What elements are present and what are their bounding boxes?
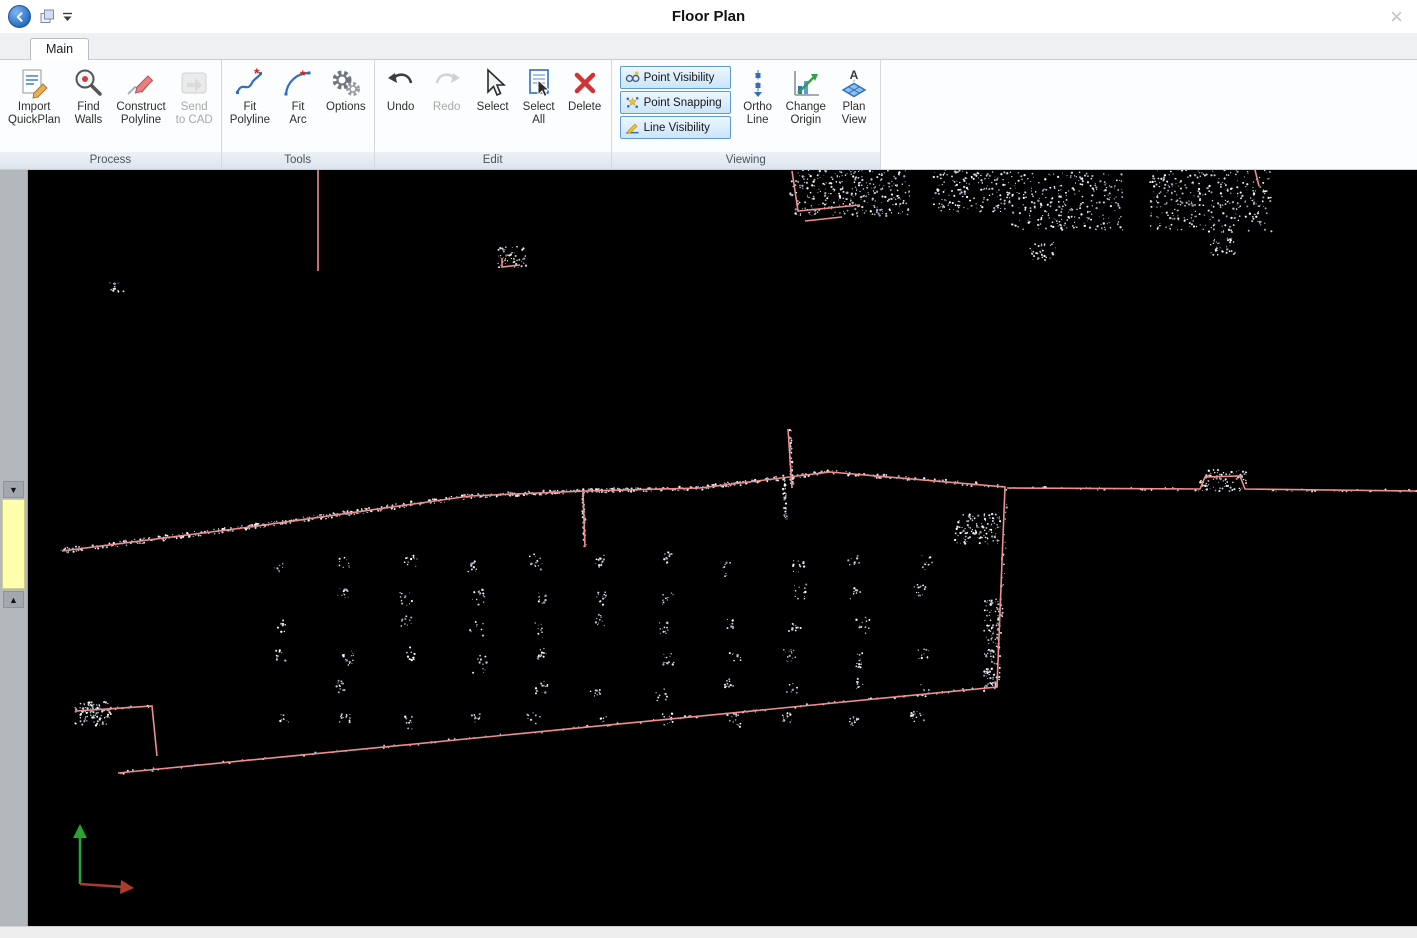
ribbon-group-process: ImportQuickPlan FindWalls xyxy=(0,60,222,169)
tab-main[interactable]: Main xyxy=(30,38,89,60)
find-walls-button[interactable]: FindWalls xyxy=(65,63,111,129)
point-visibility-label: Point Visibility xyxy=(644,72,715,84)
point-snapping-toggle[interactable]: Point Snapping xyxy=(620,91,731,114)
delete-button[interactable]: Delete xyxy=(562,63,608,129)
point-cloud-canvas[interactable] xyxy=(28,170,1417,926)
fit-arc-button[interactable]: * FitArc xyxy=(275,63,321,129)
plan-view-icon: A xyxy=(838,67,870,99)
change-origin-button[interactable]: ChangeOrigin xyxy=(781,63,831,129)
send-to-cad-button[interactable]: Sendto CAD xyxy=(171,63,218,129)
undo-icon xyxy=(385,67,417,99)
toolbar-dropdown-icon[interactable] xyxy=(61,11,74,23)
import-quickplan-button[interactable]: ImportQuickPlan xyxy=(3,63,65,129)
ortho-line-icon xyxy=(742,67,774,99)
select-all-icon xyxy=(523,67,555,99)
plan-view-button[interactable]: A PlanView xyxy=(831,63,877,129)
select-cursor-icon xyxy=(477,67,509,99)
side-panel-yellow[interactable] xyxy=(2,499,25,589)
construct-polyline-button[interactable]: ConstructPolyline xyxy=(111,63,170,129)
group-label-viewing: Viewing xyxy=(612,152,880,169)
line-visibility-toggle[interactable]: Line Visibility xyxy=(620,116,731,139)
ribbon-group-edit: Undo Redo xyxy=(375,60,612,169)
undo-button[interactable]: Undo xyxy=(378,63,424,129)
options-button[interactable]: Options xyxy=(321,63,371,129)
change-origin-icon xyxy=(790,67,822,99)
import-quickplan-icon xyxy=(18,67,50,99)
point-snapping-icon xyxy=(625,95,640,110)
fit-polyline-button[interactable]: * FitPolyline xyxy=(225,63,275,129)
left-scrollbar: ▼ ▲ xyxy=(0,170,28,926)
svg-text:*: * xyxy=(254,67,260,81)
ribbon-group-tools: * FitPolyline * FitArc xyxy=(222,60,375,169)
ribbon: ImportQuickPlan FindWalls xyxy=(0,60,1417,170)
workspace: ▼ ▲ xyxy=(0,170,1417,926)
tab-strip: Main xyxy=(0,33,1417,60)
fit-polyline-icon: * xyxy=(234,67,266,99)
options-gears-icon xyxy=(330,67,362,99)
ortho-line-button[interactable]: OrthoLine xyxy=(735,63,781,129)
find-walls-icon xyxy=(72,67,104,99)
line-visibility-icon xyxy=(625,120,640,135)
close-button[interactable]: × xyxy=(1384,6,1409,28)
point-visibility-icon xyxy=(625,70,640,85)
ribbon-group-viewing: Point Visibility Point Sn xyxy=(612,60,881,169)
select-button[interactable]: Select xyxy=(470,63,516,129)
floor-plan-window: Floor Plan × Main xyxy=(0,0,1417,938)
svg-text:A: A xyxy=(850,68,859,82)
point-visibility-toggle[interactable]: Point Visibility xyxy=(620,66,731,89)
redo-icon xyxy=(431,67,463,99)
scroll-up-button[interactable]: ▲ xyxy=(3,591,24,608)
ribbon-empty-area xyxy=(881,60,1417,169)
fit-arc-icon: * xyxy=(282,67,314,99)
send-to-cad-icon xyxy=(178,67,210,99)
viewport xyxy=(28,170,1417,926)
window-title: Floor Plan xyxy=(0,8,1417,25)
titlebar: Floor Plan × xyxy=(0,0,1417,33)
group-label-tools: Tools xyxy=(222,152,374,169)
back-button[interactable] xyxy=(8,5,31,28)
redo-button[interactable]: Redo xyxy=(424,63,470,129)
group-label-process: Process xyxy=(0,152,221,169)
quick-access-icon[interactable] xyxy=(39,8,56,25)
delete-x-icon xyxy=(569,67,601,99)
status-bar xyxy=(0,926,1417,938)
chevron-left-icon xyxy=(14,11,26,23)
point-snapping-label: Point Snapping xyxy=(644,97,722,109)
svg-text:*: * xyxy=(300,67,306,83)
line-visibility-label: Line Visibility xyxy=(644,122,710,134)
scroll-down-button[interactable]: ▼ xyxy=(3,481,24,498)
viewing-toggles: Point Visibility Point Sn xyxy=(615,63,735,139)
construct-polyline-icon xyxy=(125,67,157,99)
group-label-edit: Edit xyxy=(375,152,611,169)
select-all-button[interactable]: SelectAll xyxy=(516,63,562,129)
